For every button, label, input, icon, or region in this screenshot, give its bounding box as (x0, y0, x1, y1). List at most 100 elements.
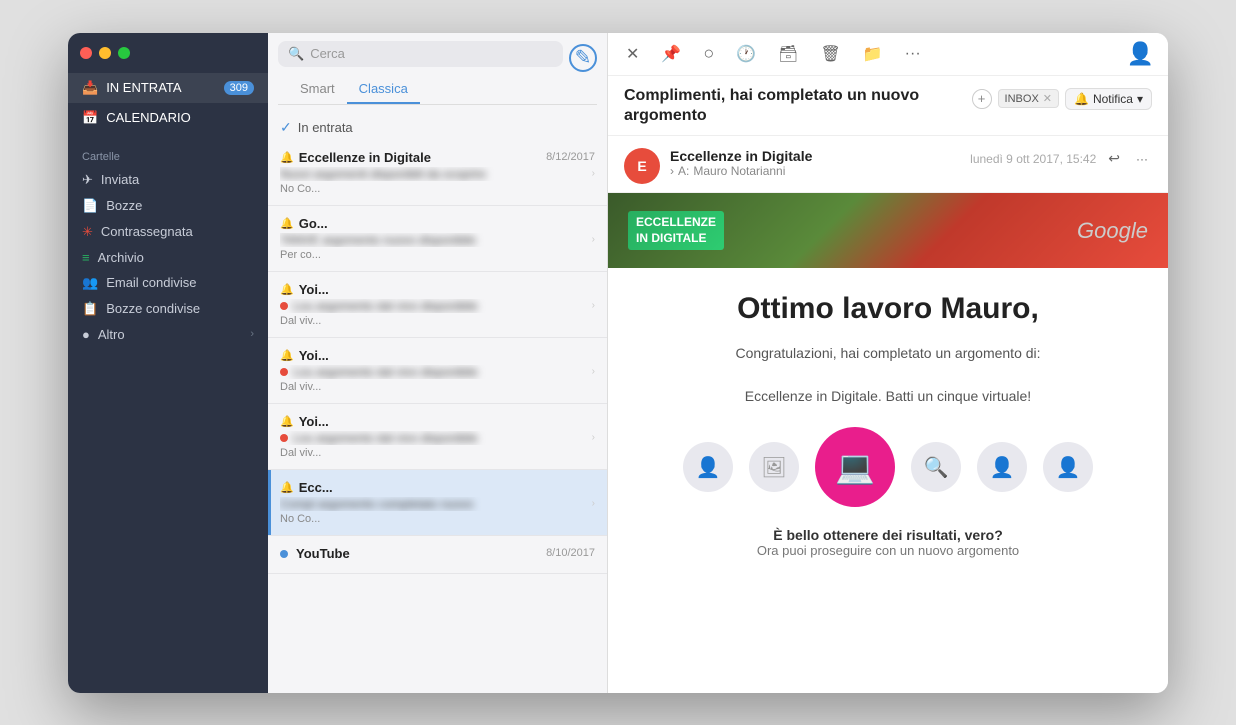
shared-drafts-icon: 📋 (82, 301, 98, 317)
chevron-right-icon: › (592, 498, 595, 509)
sender-avatar: E (624, 148, 660, 184)
unread-dot (280, 550, 288, 558)
snooze-button[interactable]: 🕐 (732, 42, 760, 66)
email-sender: 🔔 Eccellenze in Digitale (280, 150, 431, 165)
detail-toolbar: ✕ 📌 ○ 🕐 🗃 🗑 📁 ··· 👤 (608, 33, 1168, 76)
email-banner: ECCELLENZE IN DIGITALE Google (608, 193, 1168, 268)
icon-circle-2: 🖼 (749, 442, 799, 492)
chevron-right-icon: › (592, 168, 595, 179)
email-item[interactable]: YouTube 8/10/2017 (268, 536, 607, 574)
more-button[interactable]: ··· (901, 43, 925, 65)
read-circle-button[interactable]: ○ (699, 41, 718, 66)
email-subject: Lou argomento dal vivo disponibile › (280, 365, 595, 379)
email-meta-date: lunedì 9 ott 2017, 15:42 ↩ ··· (970, 148, 1152, 169)
sidebar-item-inviata[interactable]: ✈ Inviata (68, 167, 268, 193)
compose-button[interactable]: ✎ (569, 44, 597, 72)
email-detail-pane: ✕ 📌 ○ 🕐 🗃 🗑 📁 ··· 👤 Complimenti, hai com… (608, 33, 1168, 693)
email-preview: Per co... (280, 249, 595, 261)
tab-classica[interactable]: Classica (347, 75, 420, 104)
bell-icon: 🔔 (280, 349, 294, 362)
email-preview: Dal viv... (280, 447, 595, 459)
email-item[interactable]: 🔔 Eccellenze in Digitale 8/12/2017 Nuovi… (268, 140, 607, 206)
sidebar-item-altro[interactable]: ● Altro › (68, 322, 268, 347)
tab-smart[interactable]: Smart (288, 75, 347, 104)
banner-text2: IN DIGITALE (636, 231, 706, 245)
email-preview: No Co... (280, 183, 595, 195)
email-content: ECCELLENZE IN DIGITALE Google Ottimo lav… (608, 193, 1168, 602)
bell-icon: 🔔 (280, 283, 294, 296)
maximize-button[interactable] (118, 47, 130, 59)
sidebar-nav: 📥 IN ENTRATA 309 📅 CALENDARIO (68, 73, 268, 141)
pin-button[interactable]: 📌 (657, 42, 685, 66)
notify-button[interactable]: 🔔 Notifica ▾ (1065, 88, 1152, 110)
move-button[interactable]: 📁 (859, 42, 887, 66)
folder-label-email-condivise: Email condivise (106, 275, 196, 290)
close-button[interactable]: ✕ (622, 42, 643, 66)
remove-tag-button[interactable]: ✕ (1043, 92, 1052, 105)
tab-bar: Smart Classica (278, 75, 597, 105)
email-list-header: 🔍 ✎ Smart Classica (268, 33, 607, 111)
folder-label-altro: Altro (98, 327, 125, 342)
minimize-button[interactable] (99, 47, 111, 59)
sidebar-item-calendar[interactable]: 📅 CALENDARIO (68, 103, 268, 133)
sidebar-item-bozze[interactable]: 📄 Bozze (68, 193, 268, 219)
email-main-title: Ottimo lavoro Mauro, (638, 292, 1138, 326)
folder-label-inviata: Inviata (101, 172, 139, 187)
email-footer-sub: Ora puoi proseguire con un nuovo argomen… (638, 543, 1138, 558)
archive-button[interactable]: 🗃 (774, 42, 802, 66)
email-item[interactable]: 🔔 Yoi... Lou argomento dal vivo disponib… (268, 404, 607, 470)
sidebar-item-inbox[interactable]: 📥 IN ENTRATA 309 (68, 73, 268, 103)
icon-circle-1: 👤 (683, 442, 733, 492)
search-icon: 🔍 (288, 46, 304, 62)
email-sender: 🔔 Go... (280, 216, 328, 231)
add-tag-button[interactable]: + (972, 89, 992, 109)
detail-tags: + INBOX ✕ 🔔 Notifica ▾ (972, 88, 1152, 110)
email-meta: E Eccellenze in Digitale › A: Mauro Nota… (608, 136, 1168, 193)
folder-label-bozze: Bozze (106, 198, 142, 213)
email-body: E Eccellenze in Digitale › A: Mauro Nota… (608, 136, 1168, 692)
email-item[interactable]: 🔔 Yoi... Lou argomento dal vivo disponib… (268, 338, 607, 404)
sidebar-item-email-condivise[interactable]: 👥 Email condivise (68, 270, 268, 296)
bell-icon: 🔔 (280, 481, 294, 494)
icon-circle-4: 👤 (977, 442, 1027, 492)
email-subject: TANVE argomento nuovo disponibile › (280, 233, 595, 247)
search-input[interactable] (310, 46, 553, 61)
email-date: 8/10/2017 (546, 547, 595, 559)
folder-label-contrassegnata: Contrassegnata (101, 224, 193, 239)
chevron-right-icon: › (592, 300, 595, 311)
user-avatar-button[interactable]: 👤 (1127, 41, 1154, 67)
folder-label-archivio: Archivio (98, 250, 144, 265)
sidebar-folders: ✈ Inviata 📄 Bozze ✳ Contrassegnata ≡ Arc… (68, 167, 268, 347)
email-meta-to[interactable]: › A: Mauro Notarianni (670, 164, 960, 178)
email-sender: 🔔 Yoi... (280, 282, 329, 297)
sidebar-item-bozze-condivise[interactable]: 📋 Bozze condivise (68, 296, 268, 322)
email-item[interactable]: 🔔 Yoi... Lou argomento dal vivo disponib… (268, 272, 607, 338)
drafts-icon: 📄 (82, 198, 98, 214)
banner-google: Google (1077, 218, 1148, 244)
chevron-right-icon: › (592, 234, 595, 245)
delete-button[interactable]: 🗑 (816, 42, 844, 66)
bell-notify-icon: 🔔 (1074, 92, 1089, 106)
close-button[interactable] (80, 47, 92, 59)
shared-email-icon: 👥 (82, 275, 98, 291)
unread-dot (280, 302, 288, 310)
tag-label: INBOX (1005, 93, 1039, 105)
email-timestamp: lunedì 9 ott 2017, 15:42 (970, 152, 1096, 166)
titlebar (68, 33, 268, 73)
altro-arrow-icon: › (250, 328, 254, 340)
email-main-body2: Eccellenze in Digitale. Batti un cinque … (638, 385, 1138, 407)
email-footer-text: È bello ottenere dei risultati, vero? (638, 527, 1138, 543)
other-icon: ● (82, 327, 90, 342)
email-subject: Lou argomento dal vivo disponibile › (280, 299, 595, 313)
reply-more-button[interactable]: ··· (1132, 150, 1152, 168)
flagged-icon: ✳ (82, 224, 93, 240)
search-bar: 🔍 (278, 41, 563, 67)
email-item[interactable]: 🔔 Go... TANVE argomento nuovo disponibil… (268, 206, 607, 272)
reply-button[interactable]: ↩ (1104, 148, 1124, 169)
email-preview: No Co... (280, 513, 595, 525)
inbox-section-label: ✓ In entrata (268, 111, 607, 140)
email-item-selected[interactable]: 🔔 Ecc... Compl argomento completato nuov… (268, 470, 607, 536)
sidebar-item-archivio[interactable]: ≡ Archivio (68, 245, 268, 270)
inbox-label-text: In entrata (298, 120, 353, 135)
sidebar-item-contrassegnata[interactable]: ✳ Contrassegnata (68, 219, 268, 245)
